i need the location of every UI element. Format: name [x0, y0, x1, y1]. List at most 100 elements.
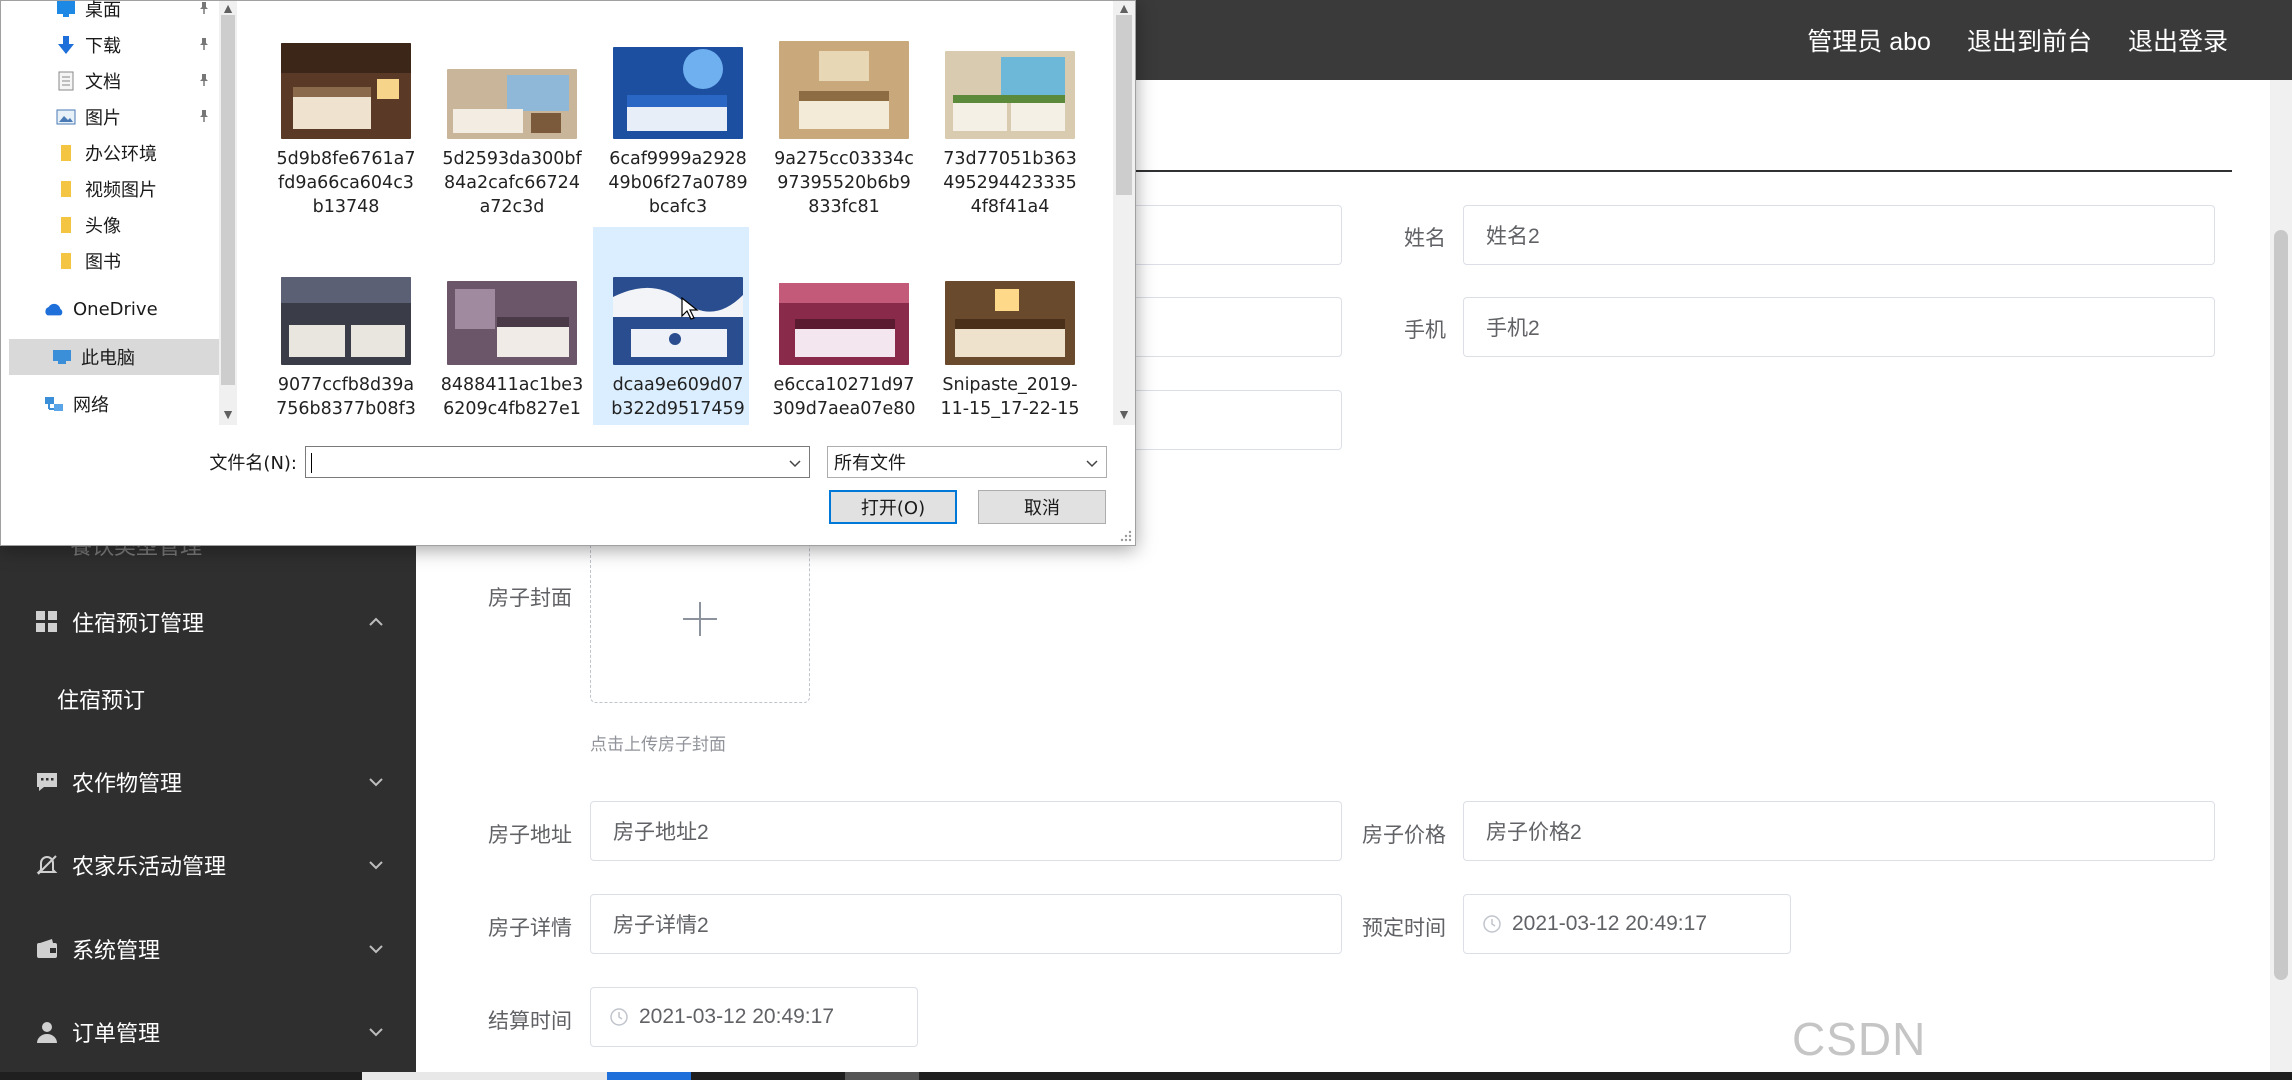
open-button[interactable]: 打开(O) [829, 490, 957, 524]
sidebar-item-orders[interactable]: 订单管理 [0, 992, 416, 1072]
sidebar-item-lodging-booking[interactable]: 住宿预订管理 [0, 582, 416, 662]
file-name: 73d77051b363 495294423335 4f8f41a4 [925, 147, 1095, 219]
sidebar-item-crops[interactable]: 农作物管理 [0, 742, 416, 822]
logout-link[interactable]: 退出登录 [2128, 22, 2228, 58]
file-name-line: dcaa9e609d07 [612, 375, 744, 395]
filename-input[interactable] [305, 446, 810, 478]
sidebar-item-label: 住宿预订管理 [72, 611, 205, 636]
chevron-down-icon [1086, 460, 1098, 468]
price-input[interactable]: 房子价格2 [1463, 801, 2215, 861]
sidebar-item-label: 系统管理 [72, 938, 161, 963]
taskbar-segment[interactable] [845, 1072, 919, 1080]
nav-item-folder-video[interactable]: 视频图片 [9, 171, 219, 207]
taskbar-active-segment[interactable] [607, 1072, 691, 1080]
phone-input[interactable]: 手机2 [1463, 297, 2215, 357]
file-item[interactable]: 6caf9999a2928 49b06f27a0789 bcafc3 [593, 23, 749, 223]
file-thumbnail [613, 47, 743, 139]
nav-item-folder-office[interactable]: 办公环境 [9, 135, 219, 171]
file-name: dcaa9e609d07 b322d9517459 [593, 373, 763, 421]
settle-time-picker[interactable]: 2021-03-12 20:49:17 [590, 987, 918, 1047]
file-name-line: 84a2cafc66724 [444, 173, 580, 193]
file-item[interactable]: 9a275cc03334c 97395520b6b9 833fc81 [759, 23, 915, 223]
file-name-line: 4f8f41a4 [970, 197, 1050, 217]
file-name-line: 495294423335 [943, 173, 1077, 193]
nav-scrollbar[interactable]: ▲ ▼ [219, 1, 237, 425]
price-label: 房子价格 [1362, 824, 1446, 847]
sidebar-subitem-lodging[interactable]: 住宿预订 [0, 662, 416, 736]
scroll-up-icon[interactable]: ▲ [219, 1, 237, 15]
sidebar-item-system[interactable]: 系统管理 [0, 909, 416, 989]
page-scrollbar-thumb[interactable] [2274, 230, 2288, 980]
file-type-value: 所有文件 [834, 453, 906, 474]
nav-item-pictures[interactable]: 图片 [9, 99, 219, 135]
file-thumbnail [613, 277, 743, 365]
nav-item-onedrive[interactable]: OneDrive [9, 291, 219, 327]
pin-icon [200, 74, 208, 86]
file-name-line: 5d2593da300bf [442, 149, 582, 169]
folder-icon [55, 250, 77, 272]
nav-item-folder-books[interactable]: 图书 [9, 243, 219, 279]
file-thumbnail [945, 281, 1075, 365]
scroll-down-icon[interactable]: ▼ [219, 407, 237, 421]
page-scrollbar[interactable] [2270, 80, 2292, 1072]
file-thumbnail [447, 69, 577, 139]
nav-pane: 桌面 下载 文档 图片 办公环境 视频图片 头像 图书 OneDrive 此电脑… [9, 0, 219, 425]
nav-item-label: 网络 [73, 395, 109, 416]
nav-item-downloads[interactable]: 下载 [9, 27, 219, 63]
file-grid-scrollbar-thumb[interactable] [1116, 15, 1132, 195]
detail-input[interactable]: 房子详情2 [590, 894, 1342, 954]
nav-item-network[interactable]: 网络 [9, 386, 219, 422]
nav-item-label: 办公环境 [85, 144, 157, 165]
nav-item-this-pc[interactable]: 此电脑 [9, 339, 219, 375]
file-type-select[interactable]: 所有文件 [827, 446, 1107, 478]
scroll-up-icon[interactable]: ▲ [1115, 1, 1133, 15]
scroll-down-icon[interactable]: ▼ [1115, 407, 1133, 421]
file-grid-scrollbar[interactable]: ▲ ▼ [1113, 1, 1135, 425]
file-item[interactable]: 9077ccfb8d39a 756b8377b08f3 [261, 227, 417, 425]
bell-off-icon [32, 850, 62, 880]
text-caret [311, 453, 312, 473]
file-name-line: 9a275cc03334c [774, 149, 914, 169]
file-thumbnail [779, 283, 909, 365]
taskbar-segment[interactable] [362, 1072, 607, 1080]
file-name-line: 11-15_17-22-15 [940, 399, 1080, 419]
nav-item-documents[interactable]: 文档 [9, 63, 219, 99]
file-name-line: 49b06f27a0789 [608, 173, 748, 193]
chevron-up-icon [369, 617, 383, 626]
user-icon [32, 1017, 62, 1047]
file-item[interactable]: e6cca10271d97 309d7aea07e80 [759, 227, 916, 425]
chevron-down-icon[interactable] [787, 455, 803, 471]
file-item[interactable]: 73d77051b363 495294423335 4f8f41a4 [925, 23, 1081, 223]
file-item[interactable]: Snipaste_2019- 11-15_17-22-15 [925, 227, 1081, 425]
cloud-icon [43, 298, 65, 320]
nav-item-label: 下载 [85, 36, 121, 57]
file-name: 9a275cc03334c 97395520b6b9 833fc81 [759, 147, 929, 219]
taskbar [0, 1072, 2292, 1080]
computer-icon [51, 346, 73, 368]
nav-scrollbar-thumb[interactable] [221, 15, 235, 385]
back-to-front-link[interactable]: 退出到前台 [1967, 22, 2092, 58]
cover-uploader[interactable] [590, 535, 810, 703]
file-item-selected[interactable]: dcaa9e609d07 b322d9517459 [593, 227, 749, 425]
nav-item-label: 桌面 [85, 0, 121, 21]
sidebar-item-label: 农作物管理 [72, 771, 183, 796]
nav-item-label: OneDrive [73, 298, 158, 320]
cancel-button[interactable]: 取消 [978, 490, 1106, 524]
file-item[interactable]: 8488411ac1be3 6209c4fb827e1 [427, 227, 583, 425]
sidebar-item-activities[interactable]: 农家乐活动管理 [0, 825, 416, 905]
name-input[interactable]: 姓名2 [1463, 205, 2215, 265]
nav-item-desktop[interactable]: 桌面 [9, 0, 219, 27]
file-name-line: 756b8377b08f3 [276, 399, 416, 419]
file-name-line: 833fc81 [808, 197, 880, 217]
booking-time-label: 预定时间 [1362, 917, 1446, 940]
nav-item-folder-avatar[interactable]: 头像 [9, 207, 219, 243]
file-name-line: 5d9b8fe6761a7 [276, 149, 416, 169]
file-name-line: Snipaste_2019- [942, 375, 1078, 395]
file-name-line: 8488411ac1be3 [440, 375, 584, 395]
booking-time-picker[interactable]: 2021-03-12 20:49:17 [1463, 894, 1791, 954]
address-input[interactable]: 房子地址2 [590, 801, 1342, 861]
top-links: 管理员 abo 退出到前台 退出登录 [1807, 0, 2228, 80]
resize-grip-icon[interactable] [1119, 529, 1133, 543]
file-item[interactable]: 5d2593da300bf 84a2cafc66724 a72c3d [427, 23, 583, 223]
file-item[interactable]: 5d9b8fe6761a7 fd9a66ca604c3 b13748 [261, 23, 417, 223]
